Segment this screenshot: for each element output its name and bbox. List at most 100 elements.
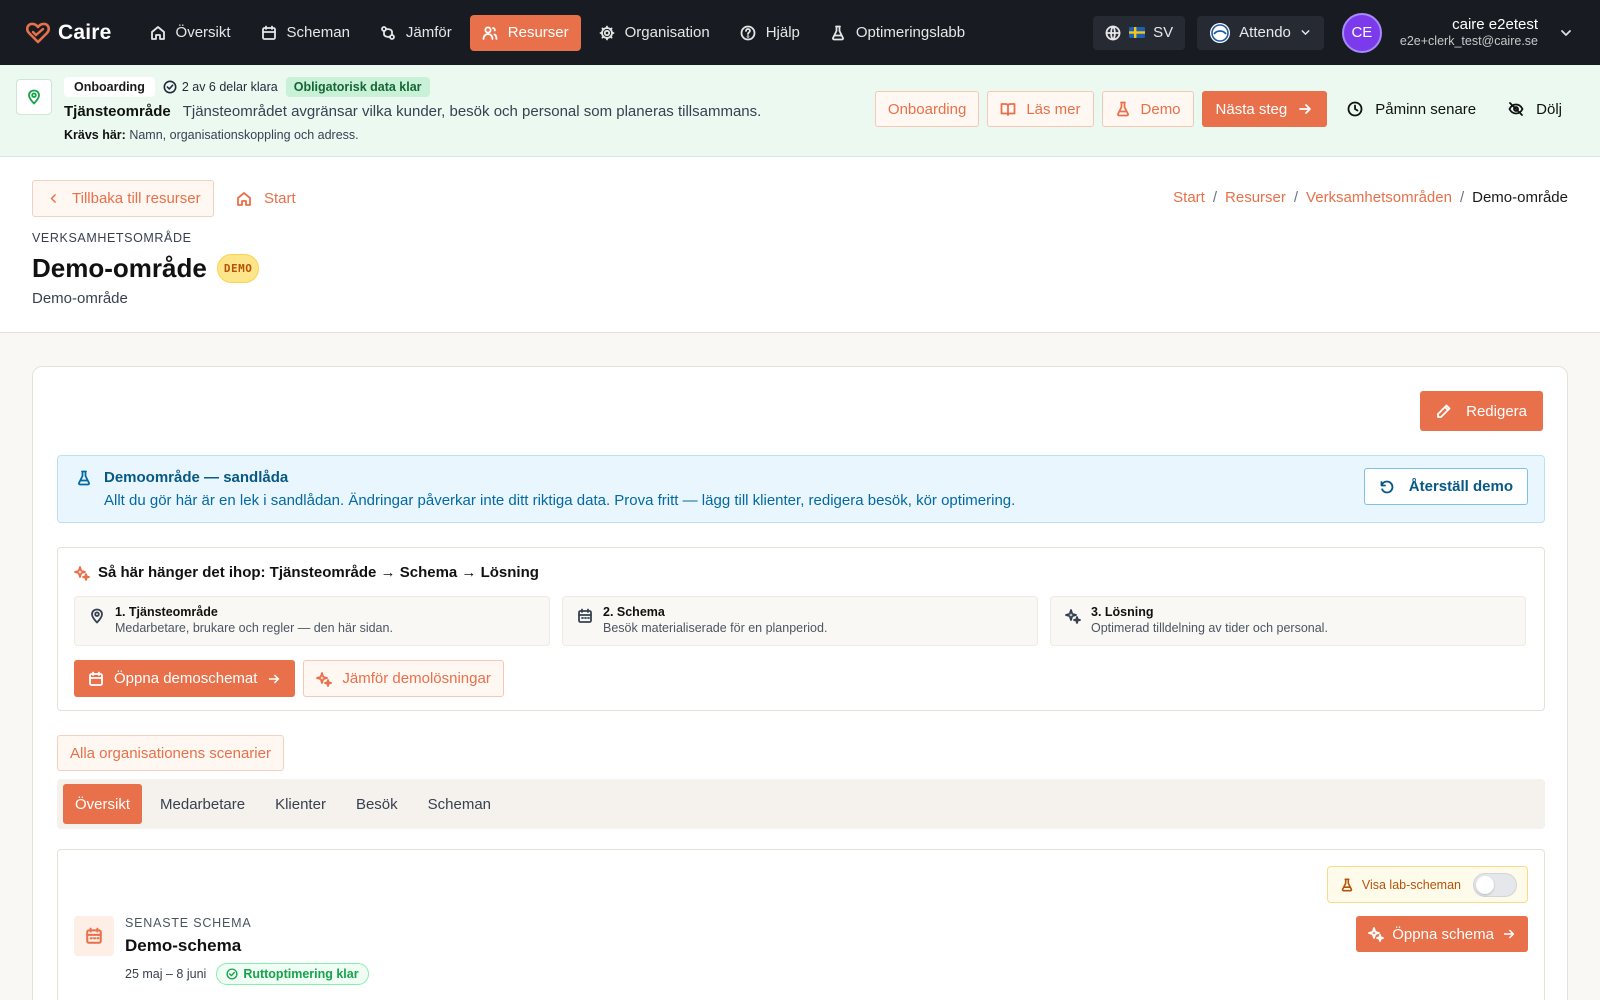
all-scenarios-button[interactable]: Alla organisationens scenarier [57,735,284,771]
page-eyebrow: VERKSAMHETSOMRÅDE [32,231,192,245]
sparkles-icon [1065,609,1081,624]
nav-label: Resurser [507,24,569,41]
open-demo-schedule-button[interactable]: Öppna demoschemat [74,660,296,697]
status-badge: Ruttoptimering klar [216,963,369,985]
nav-item-oversikt[interactable]: Översikt [138,15,243,51]
org-selector[interactable]: Attendo [1197,15,1324,50]
eye-off-icon [1508,102,1524,116]
onboarding-button[interactable]: Onboarding [874,91,980,127]
nav-item-hjalp[interactable]: Hjälp [728,15,812,51]
required-data-badge: Obligatorisk data klar [285,77,430,97]
user-info[interactable]: caire e2etest e2e+clerk_test@caire.se [1400,16,1538,49]
tab-klienter[interactable]: Klienter [263,784,338,824]
latest-schedule-card: Visa lab-scheman SENASTE SCHEMA Demo-sch… [57,849,1545,1000]
onboarding-steps-text: 2 av 6 delar klara [181,80,278,94]
onboarding-actions: Onboarding Läs mer Demo Nästa steg Påmin… [874,91,1574,127]
start-link[interactable]: Start [236,180,296,217]
demo-button[interactable]: Demo [1101,91,1194,127]
required-label: Krävs här: [64,128,126,142]
back-label: Tillbaka till resurser [72,190,201,207]
user-email: e2e+clerk_test@caire.se [1399,34,1538,48]
clock-icon [1347,101,1363,117]
sparkles-icon [74,565,90,581]
onboarding-status-row: Onboarding 2 av 6 delar klara Obligatori… [64,77,430,97]
tab-medarbetare[interactable]: Medarbetare [148,784,257,824]
app-logo[interactable]: Caire [26,21,112,45]
open-demo-schedule-label: Öppna demoschemat [114,670,258,687]
hide-button[interactable]: Dölj [1496,91,1574,127]
nav-label: Jämför [405,24,452,41]
nav-item-scheman[interactable]: Scheman [249,15,362,51]
step-title: 2. Schema [603,605,665,619]
app-name: Caire [58,20,112,44]
main-card: Redigera Demoområde — sandlåda Allt du g… [32,366,1568,1000]
nav-label: Organisation [624,24,710,41]
org-logo-icon [1210,22,1231,43]
breadcrumb-start[interactable]: Start [1173,189,1205,206]
onboarding-required-row: Krävs här: Namn, organisationskoppling o… [64,128,359,142]
remind-later-label: Påminn senare [1375,100,1477,118]
calendar-icon [89,671,103,686]
calendar-icon [261,25,276,40]
step-title: 1. Tjänsteområde [115,605,218,619]
flask-icon [1341,878,1353,891]
tab-oversikt[interactable]: Översikt [63,784,143,824]
nav-label: Scheman [286,24,350,41]
back-to-resources-button[interactable]: Tillbaka till resurser [32,180,214,217]
remind-later-button[interactable]: Påminn senare [1335,91,1488,127]
org-label: Attendo [1239,24,1291,41]
tab-scheman[interactable]: Scheman [416,784,503,824]
read-more-label: Läs mer [1026,100,1081,118]
schedule-title: Demo-schema [125,936,242,955]
onboarding-info-row: Tjänsteområde Tjänsteområdet avgränsar v… [64,103,761,120]
reset-demo-button[interactable]: Återställ demo [1363,468,1528,505]
check-circle-icon [163,80,177,94]
start-label: Start [264,190,296,207]
chevron-left-icon [50,194,56,203]
page-subtitle: Demo-område [32,290,128,307]
user-name: caire e2etest [1452,16,1538,33]
language-selector[interactable]: SV [1093,15,1186,50]
chevron-down-icon [1301,30,1310,35]
lab-toggle-label: Visa lab-scheman [1361,877,1461,892]
nav-item-organisation[interactable]: Organisation [587,15,722,51]
user-menu-chevron-icon[interactable] [1558,25,1574,41]
nav-item-jamfor[interactable]: Jämför [368,15,464,51]
read-more-button[interactable]: Läs mer [987,91,1094,127]
breadcrumb-resurser[interactable]: Resurser [1225,189,1286,206]
reset-demo-label: Återställ demo [1408,478,1513,495]
onboarding-button-label: Onboarding [887,100,967,118]
nav-item-optimeringslabb[interactable]: Optimeringslabb [818,15,977,51]
edit-button[interactable]: Redigera [1420,391,1543,431]
avatar[interactable]: CE [1341,12,1382,53]
sandbox-description: Allt du gör här är en lek i sandlådan. Ä… [104,492,1016,509]
compare-demo-solutions-button[interactable]: Jämför demolösningar [303,660,504,697]
step-description: Besök materialiserade för en planperiod. [603,621,828,635]
tab-besok[interactable]: Besök [344,784,410,824]
step-description: Optimerad tilldelning av tider och perso… [1091,621,1328,635]
sparkles-icon [1368,927,1385,942]
title-row: Demo-område DEMO [32,253,260,284]
schedule-calendar-icon [74,916,114,956]
onboarding-badge: Onboarding [64,77,155,97]
lab-toggle-switch[interactable] [1473,872,1517,897]
globe-icon [1105,25,1121,40]
page-title: Demo-område [32,253,207,283]
breadcrumb-verksamhetsomraden[interactable]: Verksamhetsområden [1306,189,1452,206]
lab-schedules-toggle[interactable]: Visa lab-scheman [1326,866,1528,903]
nav-item-resurser[interactable]: Resurser [469,14,581,51]
home-icon [150,25,165,40]
open-schedule-button[interactable]: Öppna schema [1356,916,1528,952]
check-circle-icon [226,968,238,980]
top-bar: Caire Översikt Scheman Jämför Resurser O… [0,0,1600,65]
swedish-flag-icon [1129,27,1146,38]
step-title: 3. Lösning [1091,605,1154,619]
next-step-label: Nästa steg [1215,100,1288,118]
how-it-works-heading: Så här hänger det ihop: Tjänsteområde → … [74,564,539,581]
nav-label: Hjälp [765,24,800,41]
sandbox-notice: Demoområde — sandlåda Allt du gör här är… [57,455,1545,523]
home-icon [237,191,251,206]
next-step-button[interactable]: Nästa steg [1201,91,1328,127]
location-pin-icon [16,79,52,115]
onboarding-banner: Onboarding 2 av 6 delar klara Obligatori… [0,65,1600,157]
